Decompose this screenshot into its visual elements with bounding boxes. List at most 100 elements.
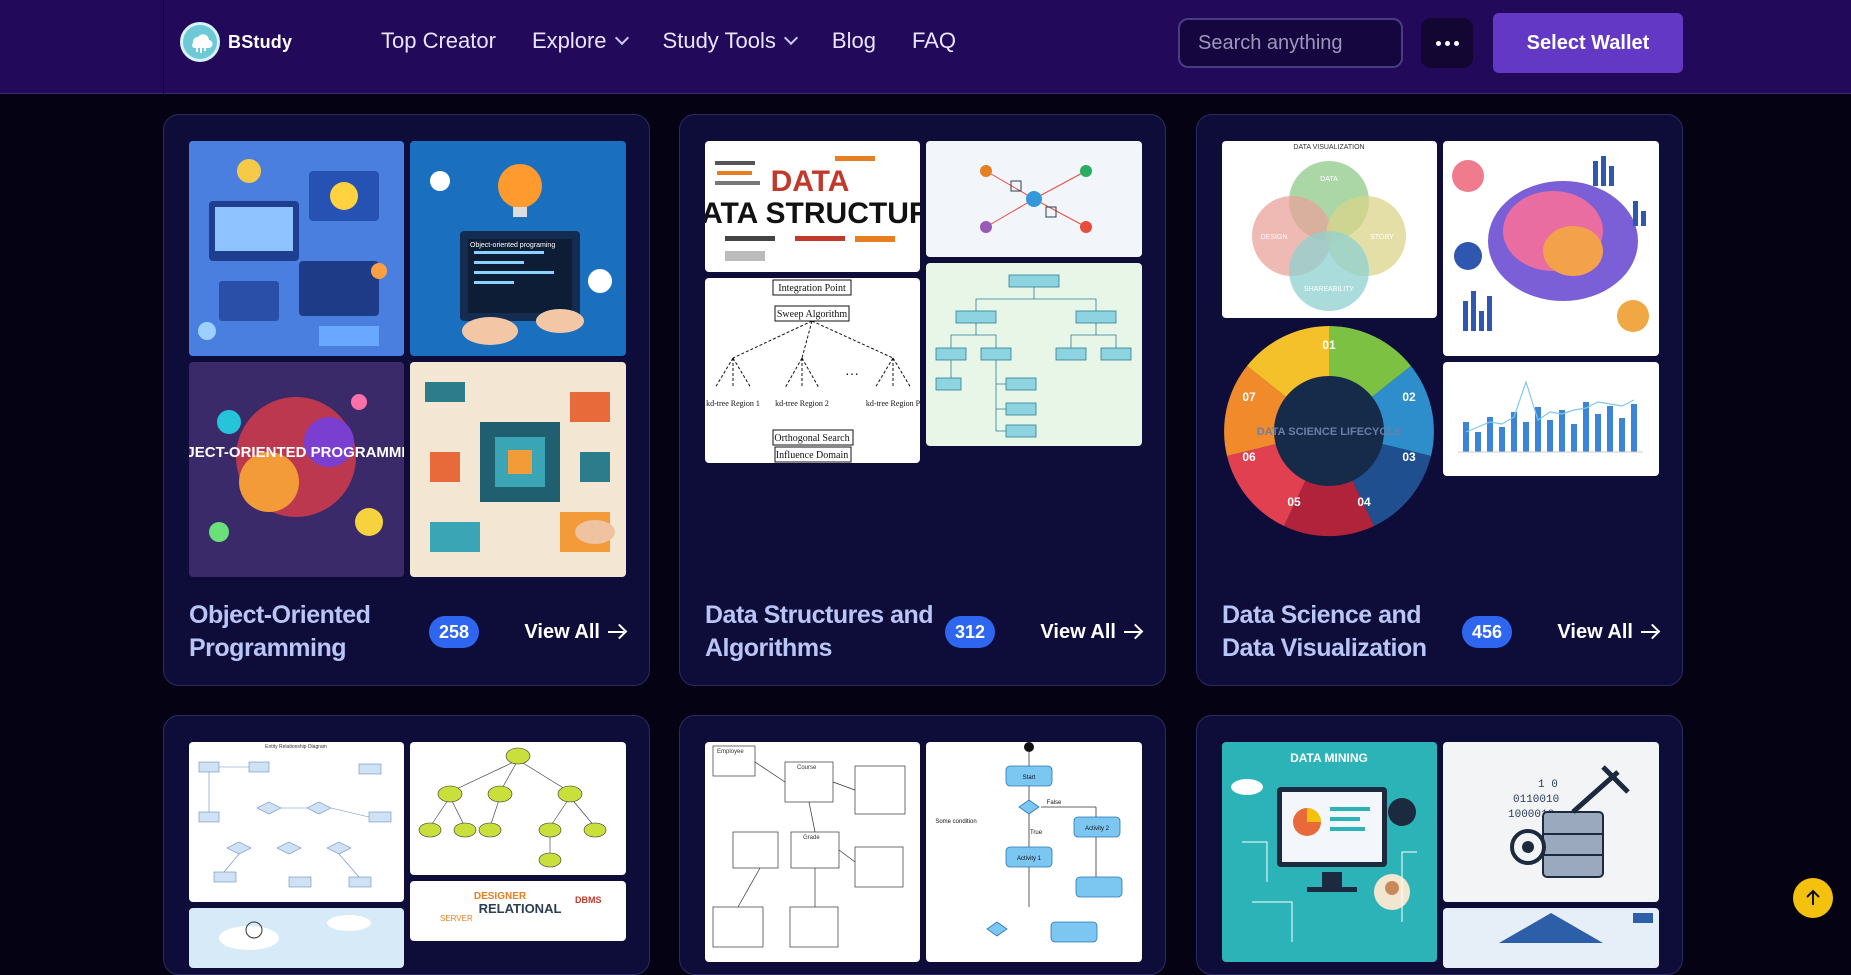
count-badge: 258 (429, 616, 479, 648)
logo-icon (180, 22, 220, 62)
arrow-right-icon (1124, 631, 1140, 633)
card-thumbnail: Start Activity 1 Activity 2 Some conditi… (926, 742, 1142, 962)
svg-text:SERVER: SERVER (440, 914, 473, 923)
thumbnail-caption: DATA STRUCTURE (705, 197, 920, 230)
card-thumbnail (926, 263, 1142, 446)
card-thumbnail: Employee Course Grade (705, 742, 920, 962)
category-card-database[interactable]: Entity Relationship Diagram RELATIONAL D… (163, 715, 650, 975)
nav-label: FAQ (911, 28, 956, 53)
diagram-label: 01 (1322, 338, 1336, 352)
nav-label: Blog (831, 28, 876, 53)
thumbnail-caption: OBJECT-ORIENTED PROGRAMMING (189, 444, 404, 461)
svg-text:DESIGNER: DESIGNER (474, 891, 527, 902)
card-thumbnail: DATA VISUALIZATION DATA DESIGN STORY SHA… (1222, 141, 1437, 318)
diagram-label: Activity 1 (1017, 856, 1042, 862)
diagram-label: SHAREABILITY (1304, 286, 1355, 293)
nav-faq[interactable]: FAQ (912, 28, 956, 54)
arrow-up-icon (1806, 889, 1820, 905)
diagram-label: kd-tree Region 2 (775, 399, 829, 408)
top-navbar: BStudy Top Creator Explore Study Tools B… (0, 0, 1851, 94)
card-thumbnail (926, 141, 1142, 257)
dot-icon (1444, 40, 1450, 46)
category-card-data-science[interactable]: DATA VISUALIZATION DATA DESIGN STORY SHA… (1196, 114, 1683, 686)
svg-text:DATA: DATA (771, 165, 850, 198)
category-card-oop[interactable]: Object-oriented programing OBJECT-ORIENT… (163, 114, 650, 686)
card-thumbnail: 01 02 03 04 05 06 07 DATA SCIENCE LIFECY… (1222, 324, 1437, 539)
more-options-button[interactable] (1421, 18, 1473, 68)
card-footer: Object-Oriented Programming 258 View All (189, 597, 624, 667)
nav-label: Explore (531, 28, 607, 53)
nav-blog[interactable]: Blog (832, 28, 876, 54)
card-thumbnail: RELATIONAL DESIGNER DBMS SERVER (410, 881, 626, 941)
card-thumbnail: DATA DATA STRUCTURE (705, 141, 920, 272)
nav-explore[interactable]: Explore (531, 28, 629, 54)
svg-text:RELATIONAL: RELATIONAL (479, 901, 562, 916)
diagram-label: Influence Domain (776, 450, 848, 461)
nav-label: Study Tools (662, 28, 776, 53)
card-title: Data Science and Data Visualization (1222, 601, 1427, 662)
svg-text:DBMS: DBMS (575, 895, 602, 905)
view-all-label: View All (1040, 620, 1116, 643)
main-nav: Top Creator Explore Study Tools Blog FAQ (381, 28, 956, 54)
navbar-divider (163, 0, 164, 94)
diagram-label: 05 (1287, 495, 1301, 509)
svg-text:0110010: 0110010 (1513, 794, 1559, 806)
diagram-label: Grade (803, 835, 820, 841)
card-thumbnail: Entity Relationship Diagram (189, 742, 404, 902)
svg-text:1 0: 1 0 (1538, 779, 1558, 791)
view-all-link[interactable]: View All (524, 621, 624, 644)
card-footer: Data Science and Data Visualization 456 … (1222, 597, 1657, 667)
nav-top-creator[interactable]: Top Creator (381, 28, 496, 54)
dot-icon (1435, 40, 1441, 46)
brand-logo[interactable]: BStudy (180, 22, 292, 62)
card-thumbnail (1443, 908, 1659, 968)
thumbnail-caption: Entity Relationship Diagram (265, 744, 327, 750)
card-thumbnail: Integration Point Sweep Algorithm kd-tre… (705, 278, 920, 463)
card-thumbnail (1443, 141, 1659, 356)
diagram-label: False (1047, 800, 1062, 806)
category-card-dsa[interactable]: DATA DATA STRUCTURE Integration Point Sw… (679, 114, 1166, 686)
card-footer: Data Structures and Algorithms 312 View … (705, 597, 1140, 667)
card-thumbnail (1443, 362, 1659, 476)
diagram-label: True (1030, 830, 1043, 836)
select-wallet-button[interactable]: Select Wallet (1493, 13, 1683, 73)
card-thumbnail: OBJECT-ORIENTED PROGRAMMING (189, 362, 404, 577)
diagram-label: DESIGN (1261, 234, 1288, 241)
thumbnail-caption: DATA MINING (1290, 751, 1368, 765)
diagram-label: Course (797, 765, 817, 771)
count-badge: 456 (1462, 616, 1512, 648)
view-all-link[interactable]: View All (1557, 621, 1657, 644)
card-title: Data Structures and Algorithms (705, 601, 934, 662)
diagram-label: 06 (1242, 450, 1256, 464)
thumbnail-caption: Object-oriented programing (470, 242, 555, 249)
diagram-label: 04 (1357, 495, 1371, 509)
diagram-label: Start (1023, 775, 1036, 781)
category-card-software-design[interactable]: Employee Course Grade Start Activity 1 A… (679, 715, 1166, 975)
diagram-label: STORY (1370, 234, 1394, 241)
diagram-label: Some condition (935, 819, 976, 825)
diagram-label: DATA (1320, 176, 1338, 183)
scroll-to-top-button[interactable] (1793, 878, 1833, 918)
thumbnail-caption: DATA VISUALIZATION (1293, 144, 1364, 151)
chevron-down-icon (614, 30, 629, 46)
view-all-link[interactable]: View All (1040, 621, 1140, 644)
diagram-label: kd-tree Region 1 (706, 399, 760, 408)
brand-name: BStudy (228, 31, 293, 52)
card-thumbnail (189, 908, 404, 968)
diagram-label: Integration Point (778, 283, 846, 294)
category-card-data-mining[interactable]: DATA MINING 1 0 0110010 1000010 (1196, 715, 1683, 975)
count-badge: 312 (945, 616, 995, 648)
card-thumbnail (189, 141, 404, 356)
card-thumbnail: DATA MINING (1222, 742, 1437, 962)
card-title: Object-Oriented Programming (189, 601, 371, 662)
thumbnail-caption: DATA SCIENCE LIFECYCLE (1257, 426, 1402, 438)
nav-study-tools[interactable]: Study Tools (662, 28, 798, 54)
card-thumbnail: Object-oriented programing (410, 141, 626, 356)
arrow-right-icon (1641, 631, 1657, 633)
card-thumbnail: 1 0 0110010 1000010 (1443, 742, 1659, 902)
arrow-right-icon (608, 631, 624, 633)
diagram-label: 03 (1402, 450, 1416, 464)
view-all-label: View All (1557, 620, 1633, 643)
diagram-label: Sweep Algorithm (777, 309, 847, 320)
diagram-label: 07 (1242, 390, 1256, 404)
